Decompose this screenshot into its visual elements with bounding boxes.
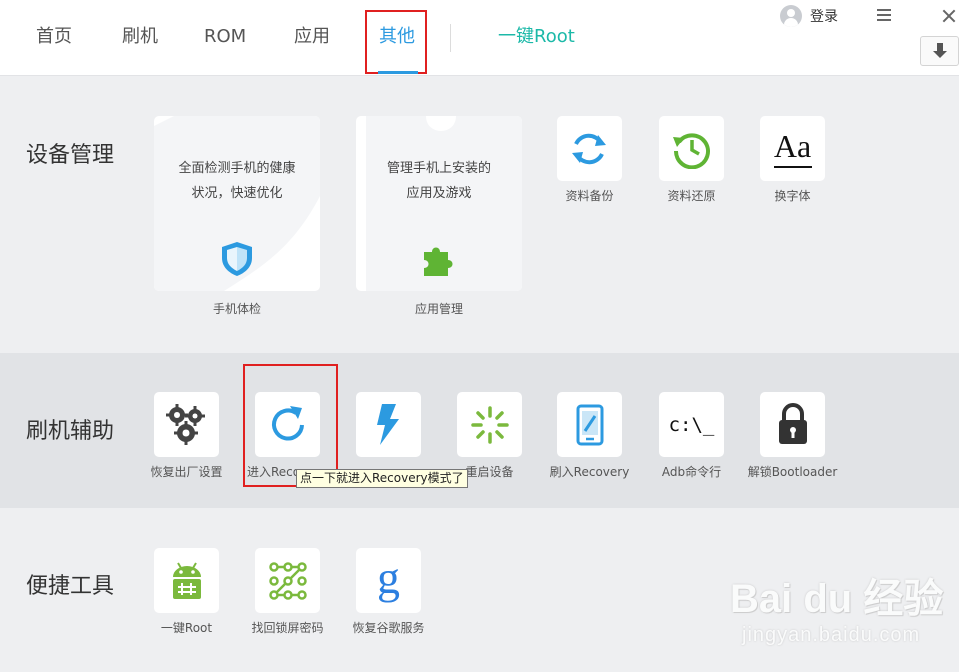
health-check-label: 手机体检 (212, 302, 261, 316)
one-click-root-label: 一键Root (160, 621, 213, 635)
font-icon-underline (774, 166, 812, 168)
loading-spinner-icon (471, 406, 509, 444)
android-root-icon (173, 562, 201, 599)
download-button[interactable] (920, 36, 959, 66)
pattern-lock-icon (269, 562, 307, 600)
section-title-flash: 刷机辅助 (26, 419, 115, 444)
font-icon: Aa (773, 128, 812, 164)
factory-reset-button[interactable] (154, 392, 219, 457)
sync-icon (572, 133, 606, 165)
watermark-brand: Bai du 经验 (730, 577, 944, 621)
change-font-button[interactable]: Aa (760, 116, 825, 181)
active-tab-underline (378, 71, 418, 74)
lightning-icon (377, 404, 399, 445)
nav-divider (450, 24, 451, 52)
restore-google-services-button[interactable]: g (356, 548, 421, 613)
app-card-description: 管理手机上安装的 应用及游戏 (386, 161, 491, 201)
restore-label: 资料还原 (667, 189, 716, 203)
recover-lock-pattern-label: 找回锁屏密码 (251, 621, 324, 635)
section-title-tools: 便捷工具 (26, 574, 115, 599)
watermark-url: jingyan.baidu.com (742, 624, 921, 646)
google-icon: g (377, 552, 400, 603)
history-icon (673, 133, 710, 169)
menu-icon[interactable] (877, 9, 891, 21)
app-management-card[interactable]: 管理手机上安装的 应用及游戏 (356, 116, 522, 291)
app-management-label: 应用管理 (414, 302, 463, 316)
unlock-bootloader-button[interactable] (760, 392, 825, 457)
download-icon (933, 43, 947, 58)
section-title-device: 设备管理 (26, 143, 115, 168)
health-check-card[interactable]: 全面检测手机的健康 状况，快速优化 (154, 116, 320, 291)
avatar-icon (780, 5, 802, 27)
login-button[interactable]: 登录 (780, 4, 838, 28)
shield-icon (222, 242, 252, 276)
backup-button[interactable] (557, 116, 622, 181)
command-prompt-icon: c:\_ (668, 414, 715, 436)
backup-label: 资料备份 (565, 189, 614, 203)
close-icon[interactable] (939, 6, 959, 26)
baidu-jingyan-watermark: Bai du 经验 jingyan.baidu.com (730, 566, 950, 656)
tab-apps[interactable]: 应用 (294, 24, 330, 50)
flash-recovery-label: 刷入Recovery (549, 465, 630, 479)
flash-recovery-button[interactable] (557, 392, 622, 457)
tab-one-click-root[interactable]: 一键Root (498, 24, 575, 50)
gears-icon (166, 404, 205, 445)
puzzle-icon (424, 247, 453, 276)
enter-fastboot-button[interactable] (356, 392, 421, 457)
login-label: 登录 (810, 9, 838, 25)
one-click-root-button[interactable] (154, 548, 219, 613)
health-card-description: 全面检测手机的健康 状况，快速优化 (178, 161, 296, 201)
top-nav-bar: 首页 刷机 ROM 应用 其他 一键Root 登录 (0, 0, 959, 76)
lock-icon (779, 403, 807, 444)
tab-rom[interactable]: ROM (204, 24, 246, 50)
recover-lock-pattern-button[interactable] (255, 548, 320, 613)
unlock-bootloader-label: 解锁Bootloader (747, 465, 838, 479)
reboot-device-button[interactable] (457, 392, 522, 457)
restore-button[interactable] (659, 116, 724, 181)
tab-other-highlight (365, 10, 427, 74)
adb-command-label: Adb命令行 (661, 465, 722, 479)
tab-flash[interactable]: 刷机 (122, 24, 158, 50)
change-font-label: 换字体 (774, 189, 811, 203)
tablet-pen-icon (576, 404, 604, 446)
adb-command-button[interactable]: c:\_ (659, 392, 724, 457)
recovery-tooltip: 点一下就进入Recovery模式了 (296, 469, 468, 488)
tab-home[interactable]: 首页 (36, 24, 72, 50)
restore-google-services-label: 恢复谷歌服务 (352, 621, 425, 635)
factory-reset-label: 恢复出厂设置 (150, 465, 223, 479)
